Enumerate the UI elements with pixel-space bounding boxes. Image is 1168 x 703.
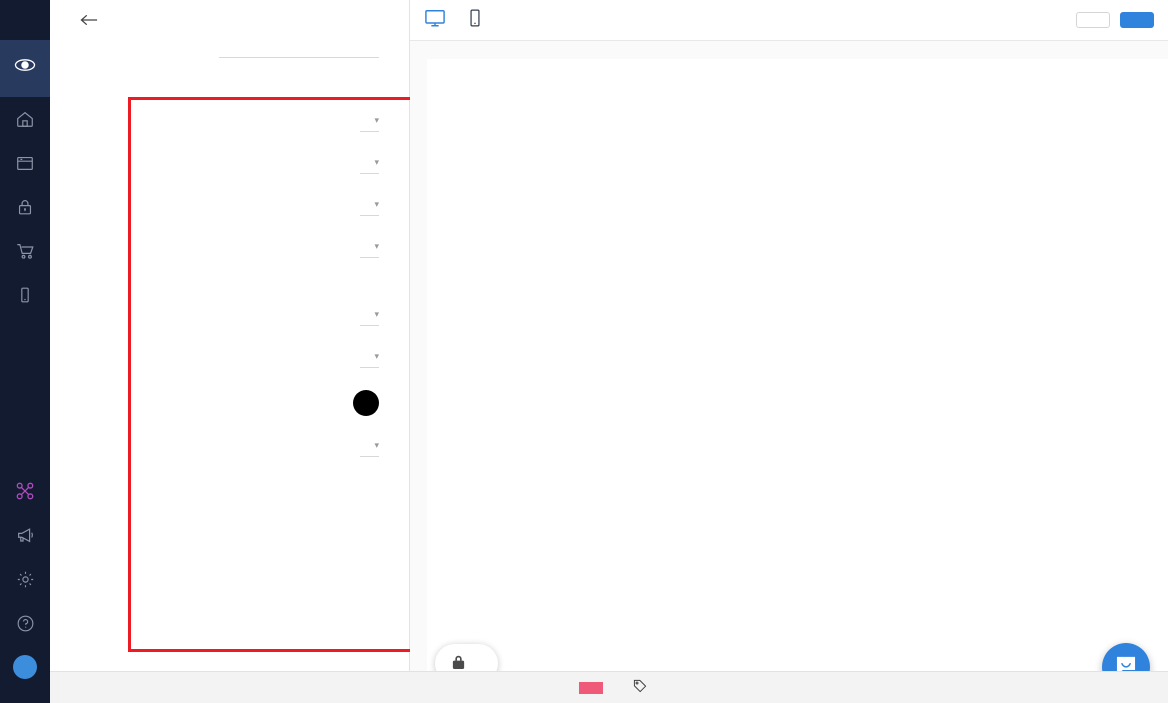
gallery-image-hmong-children[interactable] bbox=[436, 76, 675, 241]
home-icon bbox=[15, 109, 35, 129]
gallery-image-woman-stairs[interactable] bbox=[968, 445, 1133, 625]
megaphone-icon bbox=[15, 525, 36, 546]
grid-base-type-select[interactable]: ▾ bbox=[360, 441, 379, 457]
gallery-image-elephant-jungle[interactable] bbox=[436, 250, 710, 436]
gallery-image-curly-hair-portrait[interactable] bbox=[722, 445, 843, 625]
row-grid-hover-color bbox=[50, 390, 409, 416]
avatar bbox=[13, 655, 37, 679]
lock-icon bbox=[451, 654, 466, 671]
grid-spacing-row bbox=[50, 52, 409, 58]
sidebar-item-client-galleries[interactable] bbox=[0, 185, 50, 229]
left-rail bbox=[0, 0, 50, 703]
gallery-image-colonial-building[interactable] bbox=[683, 76, 924, 241]
account-menu[interactable] bbox=[0, 645, 50, 689]
tag-icon bbox=[633, 679, 647, 696]
chevron-down-icon: ▾ bbox=[374, 199, 379, 209]
preview-area bbox=[410, 0, 1168, 703]
gallery-image-man-doorway[interactable] bbox=[852, 445, 959, 625]
sidebar-item-mobile[interactable] bbox=[0, 273, 50, 317]
gallery-image-man-denim-sky[interactable] bbox=[1039, 250, 1160, 436]
device-switcher bbox=[424, 8, 482, 33]
chevron-down-icon: ▾ bbox=[374, 115, 379, 125]
trial-bottom-bar bbox=[50, 671, 1168, 703]
app-root: ▾ ▾ ▾ ▾ ▾ ▾ ▾ bbox=[0, 0, 1168, 703]
design-settings-panel: ▾ ▾ ▾ ▾ ▾ ▾ ▾ bbox=[50, 0, 448, 703]
gear-icon bbox=[15, 569, 36, 590]
row-controls: ▾ bbox=[50, 200, 409, 216]
reset-button[interactable] bbox=[1076, 12, 1110, 28]
desktop-icon[interactable] bbox=[424, 8, 446, 33]
chevron-down-icon: ▾ bbox=[374, 309, 379, 319]
highlight-box bbox=[128, 97, 448, 652]
gallery-row bbox=[436, 445, 1160, 625]
row-grid-base-type: ▾ bbox=[50, 441, 409, 457]
back-arrow-icon[interactable] bbox=[80, 13, 98, 27]
gallery-image-neon-portrait[interactable] bbox=[908, 250, 1031, 436]
coupon-notice bbox=[633, 679, 654, 696]
sidebar-item-help[interactable] bbox=[0, 601, 50, 645]
display-options-select[interactable]: ▾ bbox=[360, 116, 379, 132]
row-grid-hover-type: ▾ bbox=[50, 352, 409, 368]
row-display-mode: ▾ bbox=[50, 158, 409, 174]
grid-hover-type-select[interactable]: ▾ bbox=[360, 352, 379, 368]
preview-toolbar bbox=[410, 0, 1168, 41]
gallery-image-confetti-celebration[interactable] bbox=[436, 445, 713, 625]
sidebar-item-store[interactable] bbox=[0, 229, 50, 273]
save-changes-button[interactable] bbox=[1120, 12, 1154, 28]
panel-header bbox=[50, 0, 409, 40]
help-icon bbox=[15, 613, 36, 634]
display-mode-select[interactable]: ▾ bbox=[360, 158, 379, 174]
sidebar-item-marketing[interactable] bbox=[0, 513, 50, 557]
hover-effect-select[interactable]: ▾ bbox=[360, 310, 379, 326]
sidebar-item-pages[interactable] bbox=[0, 141, 50, 185]
chevron-down-icon: ▾ bbox=[374, 440, 379, 450]
gallery-image-sunset-beach[interactable] bbox=[1046, 76, 1160, 241]
image-gallery bbox=[427, 67, 1168, 625]
chevron-down-icon: ▾ bbox=[374, 351, 379, 361]
grid-spacing-field[interactable] bbox=[219, 52, 379, 58]
sidebar-item-settings[interactable] bbox=[0, 557, 50, 601]
gallery-row bbox=[436, 76, 1160, 241]
controls-select[interactable]: ▾ bbox=[360, 200, 379, 216]
sidebar-item-view[interactable] bbox=[0, 40, 50, 97]
site-header bbox=[427, 59, 1168, 65]
row-hover-effect: ▾ bbox=[50, 310, 409, 326]
row-navigation-arrows: ▾ bbox=[50, 242, 409, 258]
gallery-image-woman-sunglasses-street[interactable] bbox=[718, 250, 900, 436]
cart-icon bbox=[15, 241, 36, 261]
sidebar-item-home[interactable] bbox=[0, 97, 50, 141]
site-preview-canvas bbox=[427, 59, 1168, 671]
pixpa-logo[interactable] bbox=[0, 0, 50, 40]
chevron-down-icon: ▾ bbox=[374, 241, 379, 251]
navigation-arrows-select[interactable]: ▾ bbox=[360, 242, 379, 258]
row-display-options: ▾ bbox=[50, 116, 409, 132]
chevron-down-icon: ▾ bbox=[374, 157, 379, 167]
eye-icon bbox=[14, 58, 36, 77]
sidebar-item-design[interactable] bbox=[0, 469, 50, 513]
lock-icon bbox=[15, 197, 35, 217]
gallery-image-market-vendors[interactable] bbox=[932, 76, 1038, 241]
window-icon bbox=[15, 153, 35, 173]
grid-hover-color-swatch[interactable] bbox=[353, 390, 379, 416]
toolbar-actions bbox=[1076, 12, 1154, 28]
trial-site-badge bbox=[435, 644, 498, 671]
mobile-icon[interactable] bbox=[468, 8, 482, 33]
gallery-row bbox=[436, 250, 1160, 436]
scissors-icon bbox=[14, 480, 36, 502]
start-subscription-button[interactable] bbox=[578, 681, 603, 694]
mobile-icon bbox=[15, 285, 35, 305]
